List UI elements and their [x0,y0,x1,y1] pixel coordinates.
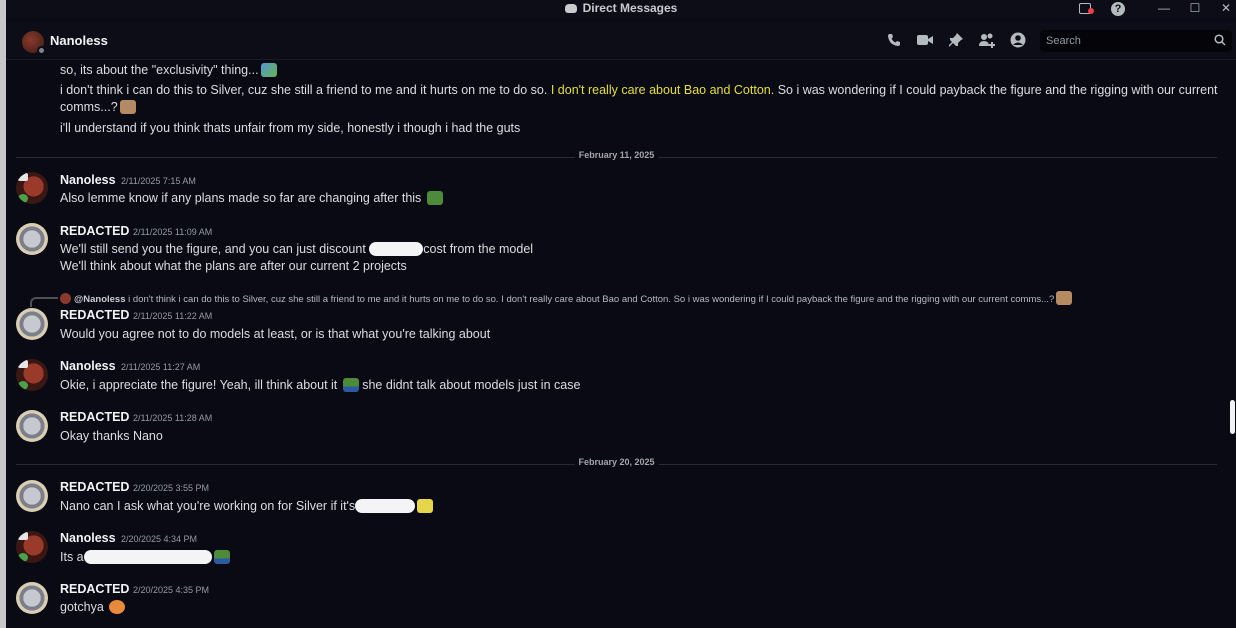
message-timestamp: 2/11/2025 11:09 AM [133,227,213,237]
dm-recipient-name[interactable]: Nanoless [50,33,108,48]
discord-logo-icon [564,4,577,13]
message-line: comms...? [60,98,136,116]
avatar[interactable] [16,308,48,340]
message-content: Also lemme know if any plans made so far… [60,189,443,207]
pin-icon[interactable] [947,32,965,50]
maximize-button[interactable]: ☐ [1185,0,1205,16]
reply-connector [30,297,58,307]
message-author[interactable]: Nanoless [60,173,116,187]
message-content: Okay thanks Nano [60,429,163,443]
redaction-bar [369,242,424,256]
message-author[interactable]: REDACTED [60,224,129,238]
message-line: i don't think i can do this to Silver, c… [60,83,1218,97]
message-content: Would you agree not to do models at leas… [60,327,491,341]
message-content: We'll still send you the figure, and you… [60,242,534,256]
avatar[interactable] [16,410,48,442]
message-author[interactable]: REDACTED [60,308,129,322]
inbox-icon[interactable] [1075,0,1095,16]
search-icon[interactable] [1214,34,1226,46]
phone-call-icon[interactable] [885,32,903,50]
avatar[interactable] [16,359,48,391]
window-title: Direct Messages [6,1,1236,15]
cat-emoji-icon [119,100,136,114]
date-divider: February 11, 2025 [16,150,1217,160]
video-call-icon[interactable] [916,32,934,50]
message-content: gotchya [60,598,126,616]
cat-emoji-icon [1056,291,1073,305]
chat-scrollbar[interactable] [1228,60,1236,628]
message-line: so, its about the "exclusivity" thing... [60,61,277,79]
redaction-bar [83,550,212,564]
reply-preview[interactable]: @Nanoless i don't think i can do this to… [60,291,1073,305]
status-indicator [37,46,46,55]
cat-face-emoji-icon [109,600,126,614]
message-author[interactable]: REDACTED [60,410,129,424]
message-timestamp: 2/20/2025 4:34 PM [121,534,198,544]
message-timestamp: 2/20/2025 4:35 PM [133,585,210,595]
avatar[interactable] [16,172,48,204]
avatar[interactable] [16,531,48,563]
notification-dot [1088,8,1094,14]
message-timestamp: 2/20/2025 3:55 PM [133,483,210,493]
search-box[interactable] [1040,30,1232,52]
avatar[interactable] [16,223,48,255]
frog-emoji-icon [342,378,359,392]
date-divider: February 20, 2025 [16,457,1217,467]
message-content: Nano can I ask what you're working on fo… [60,497,434,515]
add-friends-icon[interactable] [978,32,996,50]
user-profile-icon[interactable] [1009,32,1027,50]
message-list: so, its about the "exclusivity" thing...… [6,60,1228,628]
highlighted-text: I don't really care about Bao and Cotton… [550,83,775,97]
avatar[interactable] [16,582,48,614]
discord-window: Direct Messages ? — ☐ ✕ Nanoless so, [6,0,1236,628]
message-author[interactable]: REDACTED [60,480,129,494]
scrollbar-thumb[interactable] [1230,400,1235,434]
minimize-button[interactable]: — [1154,0,1174,16]
message-content: We'll think about what the plans are aft… [60,259,407,273]
frog-emoji-icon [213,550,230,564]
close-button[interactable]: ✕ [1216,0,1236,16]
message-author[interactable]: Nanoless [60,359,116,373]
frog-emoji-icon [426,191,443,205]
help-icon[interactable]: ? [1108,0,1128,16]
redaction-bar [355,499,416,513]
message-timestamp: 2/11/2025 7:15 AM [121,176,196,186]
message-line: i'll understand if you think thats unfai… [60,121,521,135]
avatar[interactable] [22,31,46,55]
globe-emoji-icon [260,63,277,77]
search-input[interactable] [1046,33,1206,49]
title-bar: Direct Messages ? — ☐ ✕ [6,0,1236,18]
message-timestamp: 2/11/2025 11:28 AM [133,413,213,423]
dm-header: Nanoless [6,22,1236,60]
message-timestamp: 2/11/2025 11:22 AM [133,311,213,321]
reply-avatar [60,293,71,304]
message-author[interactable]: Nanoless [60,531,116,545]
message-content: Its a [60,548,230,566]
message-content: Okie, i appreciate the figure! Yeah, ill… [60,378,581,392]
message-author[interactable]: REDACTED [60,582,129,596]
avatar[interactable] [16,480,48,512]
message-timestamp: 2/11/2025 11:27 AM [121,362,201,372]
sponge-emoji-icon [417,499,434,513]
